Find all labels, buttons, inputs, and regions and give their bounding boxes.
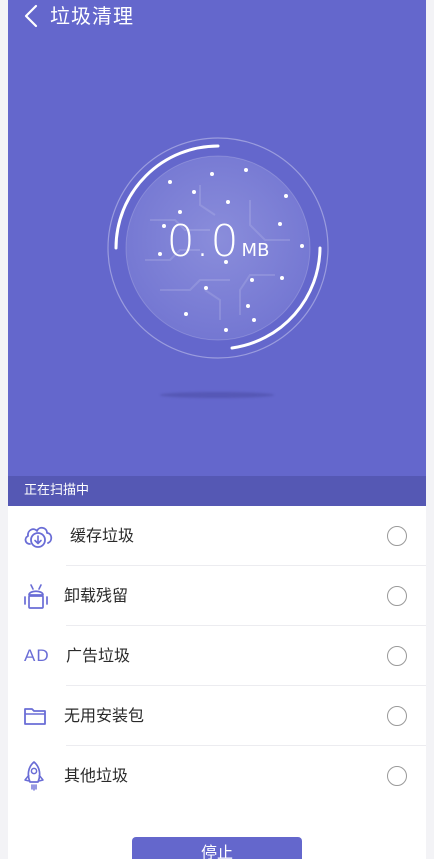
junk-category-list: 缓存垃圾 卸载残留 AD 广告垃圾 无用安装包 其他垃圾 [8,506,426,806]
list-item-cache[interactable]: 缓存垃圾 [8,506,426,566]
rocket-icon [22,761,50,791]
cache-radio[interactable] [387,526,407,546]
android-icon [22,584,50,610]
list-item-label: 其他垃圾 [64,766,129,785]
scan-status-bar: 正在扫描中 [8,476,426,506]
gauge-shadow [160,392,274,398]
stop-button[interactable]: 停止 [132,837,302,859]
list-item-other-junk[interactable]: 其他垃圾 [8,746,426,806]
list-item-uninstall-residue[interactable]: 卸载残留 [8,566,426,626]
list-item-label: 无用安装包 [64,706,145,725]
scan-status-text: 正在扫描中 [24,483,90,498]
ad-junk-radio[interactable] [387,646,407,666]
junk-size-value: 0.0 [166,216,240,267]
page-title: 垃圾清理 [50,4,134,28]
scan-hero: 垃圾清理 0.0 MB [8,0,426,476]
back-button[interactable] [20,3,44,29]
ad-icon: AD [22,644,50,670]
ad-icon-text: AD [24,646,50,665]
list-item-label: 广告垃圾 [66,646,131,665]
chevron-left-icon [24,4,38,28]
junk-size-unit: MB [241,240,270,261]
top-bar: 垃圾清理 [8,0,426,34]
other-junk-radio[interactable] [387,766,407,786]
cloud-download-icon [22,524,53,550]
list-item-ad-junk[interactable]: AD 广告垃圾 [8,626,426,686]
list-item-useless-apk[interactable]: 无用安装包 [8,686,426,746]
list-item-label: 卸载残留 [64,586,129,605]
app-frame: 垃圾清理 0.0 MB 正在扫描中 缓存垃圾 卸载残留 AD 广告垃圾 无用安装… [8,0,426,859]
useless-apk-radio[interactable] [387,706,407,726]
list-item-label: 缓存垃圾 [70,526,135,545]
uninstall-residue-radio[interactable] [387,586,407,606]
folder-icon [22,704,50,730]
size-readout: 0.0 MB [100,214,336,270]
